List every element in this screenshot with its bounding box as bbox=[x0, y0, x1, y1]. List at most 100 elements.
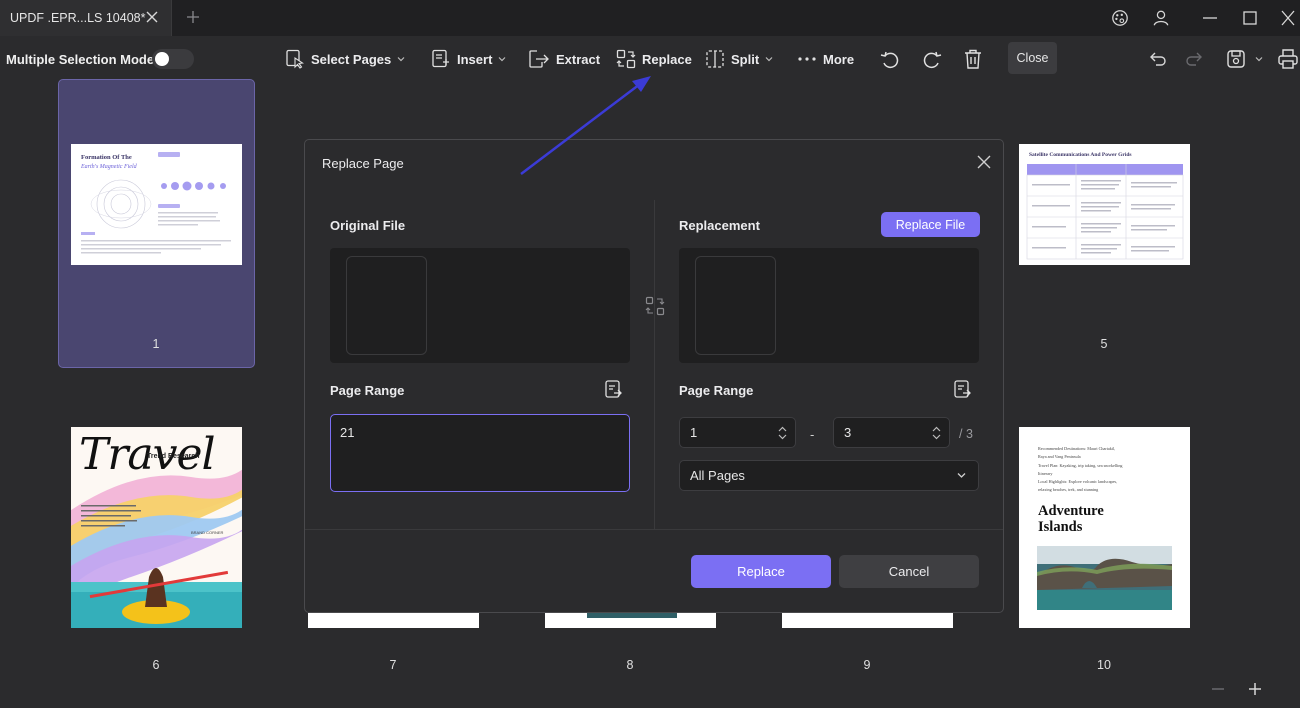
close-icon[interactable] bbox=[976, 154, 992, 170]
replace-icon bbox=[616, 49, 636, 69]
close-organize-button[interactable]: Close bbox=[1008, 42, 1057, 74]
maximize-icon[interactable] bbox=[1240, 9, 1260, 27]
replacement-page-placeholder bbox=[695, 256, 776, 355]
page-8-graphic bbox=[587, 613, 677, 618]
close-tab-icon[interactable] bbox=[145, 10, 159, 24]
page-5-table-graphic bbox=[1026, 164, 1184, 260]
page-number-6: 6 bbox=[152, 658, 160, 672]
page-1-title: Formation Of The bbox=[81, 154, 132, 161]
rotate-right-icon[interactable] bbox=[921, 48, 943, 70]
page-thumbnail-6[interactable]: Travel Trend Research BRAND CORNER bbox=[71, 427, 242, 628]
page-thumbnail-9[interactable] bbox=[782, 613, 953, 628]
page-5-title: Satellite Communications And Power Grids bbox=[1029, 152, 1132, 158]
page-10-line: Local Highlights: Explore volcanic lands… bbox=[1038, 479, 1118, 485]
save-icon[interactable] bbox=[1225, 48, 1247, 70]
cancel-button[interactable]: Cancel bbox=[839, 555, 979, 588]
original-file-label: Original File bbox=[330, 218, 406, 233]
multiple-selection-mode-label: Multiple Selection Mode bbox=[6, 52, 155, 67]
new-tab-icon[interactable] bbox=[186, 10, 200, 24]
page-number-5: 5 bbox=[1100, 337, 1108, 351]
extract-button[interactable]: Extract bbox=[528, 48, 600, 70]
chevron-down-icon bbox=[498, 57, 506, 62]
redo-icon[interactable] bbox=[1183, 48, 1205, 70]
multiple-selection-toggle[interactable] bbox=[152, 49, 194, 69]
theme-palette-icon[interactable] bbox=[1110, 9, 1130, 27]
select-pages-button[interactable]: Select Pages bbox=[285, 48, 405, 70]
page-number-8: 8 bbox=[626, 658, 634, 672]
page-range-picker-icon[interactable] bbox=[953, 379, 973, 399]
range-dash: - bbox=[810, 427, 815, 442]
more-dots-icon bbox=[798, 57, 816, 61]
range-to-value: 3 bbox=[844, 425, 852, 440]
chevron-down-icon bbox=[765, 57, 773, 62]
page-thumbnail-1[interactable]: Formation Of The Earth's Magnetic Field bbox=[71, 144, 242, 265]
range-to-stepper[interactable]: 3 bbox=[833, 417, 950, 448]
page-10-line: Travel Plan: Kayaking, trip taking, sea … bbox=[1038, 462, 1123, 468]
insert-label: Insert bbox=[457, 51, 493, 67]
pages-subset-select[interactable]: All Pages bbox=[679, 460, 979, 491]
column-divider bbox=[654, 200, 655, 530]
replace-file-button[interactable]: Replace File bbox=[881, 212, 980, 237]
page-number-1: 1 bbox=[152, 337, 160, 351]
page-10-line: Itinerary bbox=[1038, 470, 1053, 476]
original-page-placeholder bbox=[346, 256, 427, 355]
select-pages-label: Select Pages bbox=[311, 51, 392, 67]
delete-trash-icon[interactable] bbox=[962, 48, 984, 70]
page-6-tag: BRAND CORNER bbox=[191, 530, 224, 535]
zoom-in-icon[interactable] bbox=[1247, 681, 1263, 697]
extract-icon bbox=[529, 50, 549, 68]
split-button[interactable]: Split bbox=[705, 48, 773, 70]
page-thumbnail-8[interactable] bbox=[545, 613, 716, 628]
page-number-10: 10 bbox=[1097, 658, 1111, 672]
undo-icon[interactable] bbox=[1147, 48, 1169, 70]
account-icon[interactable] bbox=[1151, 9, 1171, 27]
page-number-7: 7 bbox=[389, 658, 397, 672]
page-thumbnail-7[interactable] bbox=[308, 613, 479, 628]
document-tab[interactable]: UPDF .EPR...LS 10408* bbox=[0, 0, 172, 36]
footer-divider bbox=[305, 529, 1003, 530]
replacement-label: Replacement bbox=[679, 218, 760, 233]
more-label: More bbox=[823, 51, 855, 67]
title-bar: UPDF .EPR...LS 10408* bbox=[0, 0, 1300, 36]
original-page-range-input[interactable]: 21 bbox=[330, 414, 630, 492]
page-number-9: 9 bbox=[863, 658, 871, 672]
page-range-picker-icon[interactable] bbox=[604, 379, 624, 399]
minimize-icon[interactable] bbox=[1200, 9, 1220, 27]
range-total: / 3 bbox=[959, 427, 973, 441]
insert-button[interactable]: Insert bbox=[431, 48, 506, 70]
insert-icon bbox=[432, 49, 449, 68]
page-10-text-block: Recommended Destinations: Mauri Chartaki… bbox=[1038, 445, 1178, 495]
split-icon bbox=[706, 50, 724, 68]
dialog-title: Replace Page bbox=[322, 156, 404, 171]
replace-button[interactable]: Replace bbox=[616, 48, 692, 70]
zoom-out-icon[interactable] bbox=[1210, 681, 1226, 697]
rotate-left-icon[interactable] bbox=[879, 48, 901, 70]
swap-icon[interactable] bbox=[645, 296, 665, 316]
chevron-down-icon bbox=[397, 57, 405, 62]
replacement-page-range-label: Page Range bbox=[679, 383, 754, 398]
chevron-down-icon bbox=[957, 473, 966, 478]
range-from-value: 1 bbox=[690, 425, 698, 440]
stepper-arrows-icon[interactable] bbox=[932, 425, 941, 441]
document-tab-title: UPDF .EPR...LS 10408* bbox=[10, 11, 146, 25]
page-10-line: Recommended Destinations: Mauri Chartaki… bbox=[1038, 446, 1116, 451]
replace-label: Replace bbox=[642, 51, 692, 67]
page-thumbnail-10[interactable]: Recommended Destinations: Mauri Chartaki… bbox=[1019, 427, 1190, 628]
close-window-icon[interactable] bbox=[1278, 9, 1298, 27]
save-options-chevron-icon[interactable] bbox=[1255, 55, 1263, 63]
page-10-title-line2: Islands bbox=[1038, 519, 1083, 535]
page-10-line: Raya and Vang Peninsula bbox=[1038, 454, 1081, 460]
page-10-photo bbox=[1037, 546, 1172, 610]
annotation-arrow bbox=[520, 76, 651, 175]
range-from-stepper[interactable]: 1 bbox=[679, 417, 796, 448]
replacement-file-preview bbox=[679, 248, 979, 363]
stepper-arrows-icon[interactable] bbox=[778, 425, 787, 441]
page-thumbnail-5[interactable]: Satellite Communications And Power Grids bbox=[1019, 144, 1190, 265]
replace-page-dialog: Replace Page Original File Replacement R… bbox=[304, 139, 1004, 613]
pages-subset-value: All Pages bbox=[690, 468, 745, 483]
extract-label: Extract bbox=[556, 51, 601, 67]
more-button[interactable]: More bbox=[797, 48, 854, 70]
print-icon[interactable] bbox=[1277, 48, 1299, 70]
replace-confirm-button[interactable]: Replace bbox=[691, 555, 831, 588]
original-file-preview bbox=[330, 248, 630, 363]
